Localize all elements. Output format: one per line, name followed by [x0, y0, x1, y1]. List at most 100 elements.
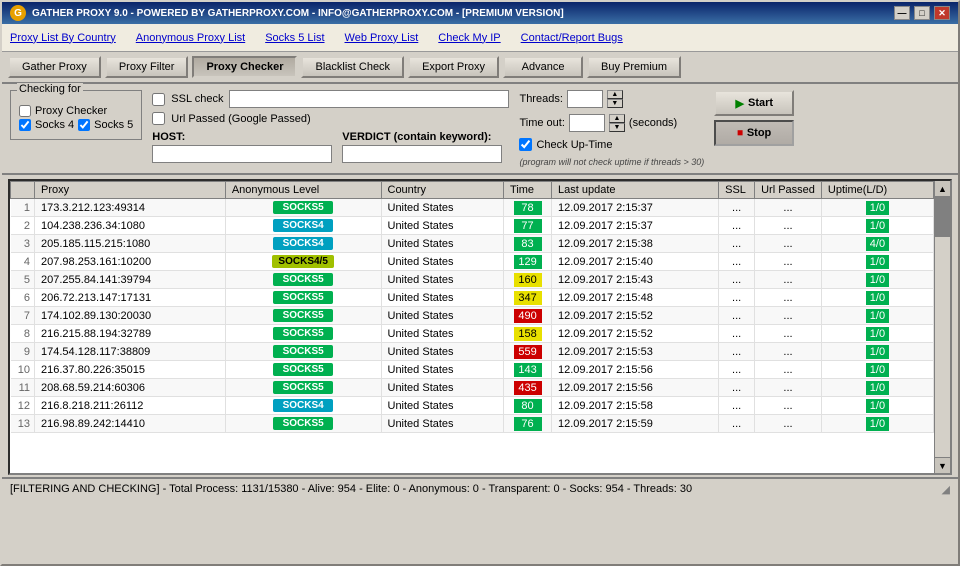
proxy-address: 104.238.236.34:1080	[35, 217, 226, 235]
table-row[interactable]: 9 174.54.128.117:38809 SOCKS5 United Sta…	[11, 343, 934, 361]
last-update: 12.09.2017 2:15:37	[552, 199, 719, 217]
blacklist-check-button[interactable]: Blacklist Check	[301, 56, 404, 78]
proxy-address: 206.72.213.147:17131	[35, 289, 226, 307]
minimize-button[interactable]: —	[894, 6, 910, 20]
maximize-button[interactable]: □	[914, 6, 930, 20]
table-row[interactable]: 6 206.72.213.147:17131 SOCKS5 United Sta…	[11, 289, 934, 307]
ssl-url-input[interactable]: https://www.google.com	[229, 90, 509, 108]
menu-contact-report-bugs[interactable]: Contact/Report Bugs	[521, 32, 623, 44]
proxy-checker-button[interactable]: Proxy Checker	[192, 56, 297, 78]
table-scroll: Proxy Anonymous Level Country Time Last …	[10, 181, 934, 473]
proxy-address: 205.185.115.215:1080	[35, 235, 226, 253]
anon-level: SOCKS5	[225, 379, 381, 397]
gather-proxy-button[interactable]: Gather Proxy	[8, 56, 101, 78]
timeout-up-button[interactable]: ▲	[609, 114, 625, 123]
ssl-url-section: SSL check https://www.google.com Url Pas…	[152, 90, 509, 163]
url-passed-checkbox[interactable]	[152, 112, 165, 125]
country: United States	[381, 217, 504, 235]
row-num: 9	[11, 343, 35, 361]
scroll-down-button[interactable]: ▼	[935, 457, 950, 473]
proxy-table: Proxy Anonymous Level Country Time Last …	[10, 181, 934, 433]
row-num: 2	[11, 217, 35, 235]
advance-button[interactable]: Advance	[503, 56, 583, 78]
url-passed-status: ...	[755, 325, 822, 343]
threads-spinner: ▲ ▼	[607, 90, 623, 108]
menu-proxy-list-by-country[interactable]: Proxy List By Country	[10, 32, 116, 44]
row-num: 13	[11, 415, 35, 433]
anon-level: SOCKS5	[225, 289, 381, 307]
options-panel: Checking for Proxy Checker Socks 4 Socks…	[2, 84, 958, 175]
scrollbar[interactable]: ▲ ▼	[934, 181, 950, 473]
threads-input[interactable]: 30	[567, 90, 603, 108]
socks5-checkbox[interactable]	[78, 119, 90, 131]
table-row[interactable]: 7 174.102.89.130:20030 SOCKS5 United Sta…	[11, 307, 934, 325]
close-button[interactable]: ✕	[934, 6, 950, 20]
timeout-down-button[interactable]: ▼	[609, 123, 625, 132]
titlebar-controls: — □ ✕	[894, 6, 950, 20]
uptime: 1/0	[821, 307, 933, 325]
threads-down-button[interactable]: ▼	[607, 99, 623, 108]
titlebar: G GATHER PROXY 9.0 - POWERED BY GATHERPR…	[2, 2, 958, 24]
uptime: 1/0	[821, 415, 933, 433]
table-row[interactable]: 10 216.37.80.226:35015 SOCKS5 United Sta…	[11, 361, 934, 379]
menu-web-proxy-list[interactable]: Web Proxy List	[345, 32, 419, 44]
socks4-label: Socks 4	[35, 119, 74, 131]
menu-anonymous-proxy-list[interactable]: Anonymous Proxy List	[136, 32, 245, 44]
col-ssl: SSL	[719, 182, 755, 199]
menu-check-my-ip[interactable]: Check My IP	[438, 32, 500, 44]
scroll-thumb[interactable]	[935, 197, 950, 237]
resize-handle[interactable]: ◢	[942, 483, 950, 496]
menu-socks5-list[interactable]: Socks 5 List	[265, 32, 324, 44]
table-row[interactable]: 8 216.215.88.194:32789 SOCKS5 United Sta…	[11, 325, 934, 343]
proxy-address: 216.215.88.194:32789	[35, 325, 226, 343]
row-num: 7	[11, 307, 35, 325]
url-passed-status: ...	[755, 271, 822, 289]
table-row[interactable]: 12 216.8.218.211:26112 SOCKS4 United Sta…	[11, 397, 934, 415]
url-passed-status: ...	[755, 397, 822, 415]
url-passed-status: ...	[755, 289, 822, 307]
proxy-address: 174.102.89.130:20030	[35, 307, 226, 325]
buy-premium-button[interactable]: Buy Premium	[587, 56, 681, 78]
timeout-input[interactable]: 20	[569, 114, 605, 132]
socks4-checkbox[interactable]	[19, 119, 31, 131]
ssl-check-label: SSL check	[171, 93, 223, 105]
row-num: 10	[11, 361, 35, 379]
anon-level: SOCKS4/5	[225, 253, 381, 271]
proxy-filter-button[interactable]: Proxy Filter	[105, 56, 189, 78]
check-uptime-checkbox[interactable]	[519, 138, 532, 151]
titlebar-left: G GATHER PROXY 9.0 - POWERED BY GATHERPR…	[10, 5, 564, 21]
table-row[interactable]: 4 207.98.253.161:10200 SOCKS4/5 United S…	[11, 253, 934, 271]
stop-button[interactable]: ⏹ Stop	[714, 120, 794, 146]
row-num: 1	[11, 199, 35, 217]
url-passed-status: ...	[755, 253, 822, 271]
start-button[interactable]: ▶ Start	[714, 90, 794, 116]
threads-section: Threads: 30 ▲ ▼ Time out: 20 ▲ ▼ (second…	[519, 90, 704, 167]
table-row[interactable]: 3 205.185.115.215:1080 SOCKS4 United Sta…	[11, 235, 934, 253]
threads-up-button[interactable]: ▲	[607, 90, 623, 99]
table-row[interactable]: 2 104.238.236.34:1080 SOCKS4 United Stat…	[11, 217, 934, 235]
country: United States	[381, 199, 504, 217]
scroll-up-button[interactable]: ▲	[935, 181, 950, 197]
response-time: 158	[504, 325, 552, 343]
export-proxy-button[interactable]: Export Proxy	[408, 56, 499, 78]
proxy-checker-checkbox[interactable]	[19, 105, 31, 117]
country: United States	[381, 415, 504, 433]
uptime: 1/0	[821, 199, 933, 217]
verdict-input[interactable]: schema.org	[342, 145, 502, 163]
status-text: [FILTERING AND CHECKING] - Total Process…	[10, 483, 692, 495]
last-update: 12.09.2017 2:15:59	[552, 415, 719, 433]
ssl-check-checkbox[interactable]	[152, 93, 165, 106]
col-lastupdate: Last update	[552, 182, 719, 199]
table-row[interactable]: 1 173.3.212.123:49314 SOCKS5 United Stat…	[11, 199, 934, 217]
uptime: 1/0	[821, 253, 933, 271]
table-row[interactable]: 13 216.98.89.242:14410 SOCKS5 United Sta…	[11, 415, 934, 433]
anon-level: SOCKS4	[225, 235, 381, 253]
host-input[interactable]: http://www.google.com/search?pw	[152, 145, 332, 163]
table-row[interactable]: 11 208.68.59.214:60306 SOCKS5 United Sta…	[11, 379, 934, 397]
ssl-status: ...	[719, 415, 755, 433]
response-time: 143	[504, 361, 552, 379]
table-row[interactable]: 5 207.255.84.141:39794 SOCKS5 United Sta…	[11, 271, 934, 289]
verdict-label: VERDICT (contain keyword):	[342, 131, 502, 143]
response-time: 78	[504, 199, 552, 217]
ssl-status: ...	[719, 217, 755, 235]
